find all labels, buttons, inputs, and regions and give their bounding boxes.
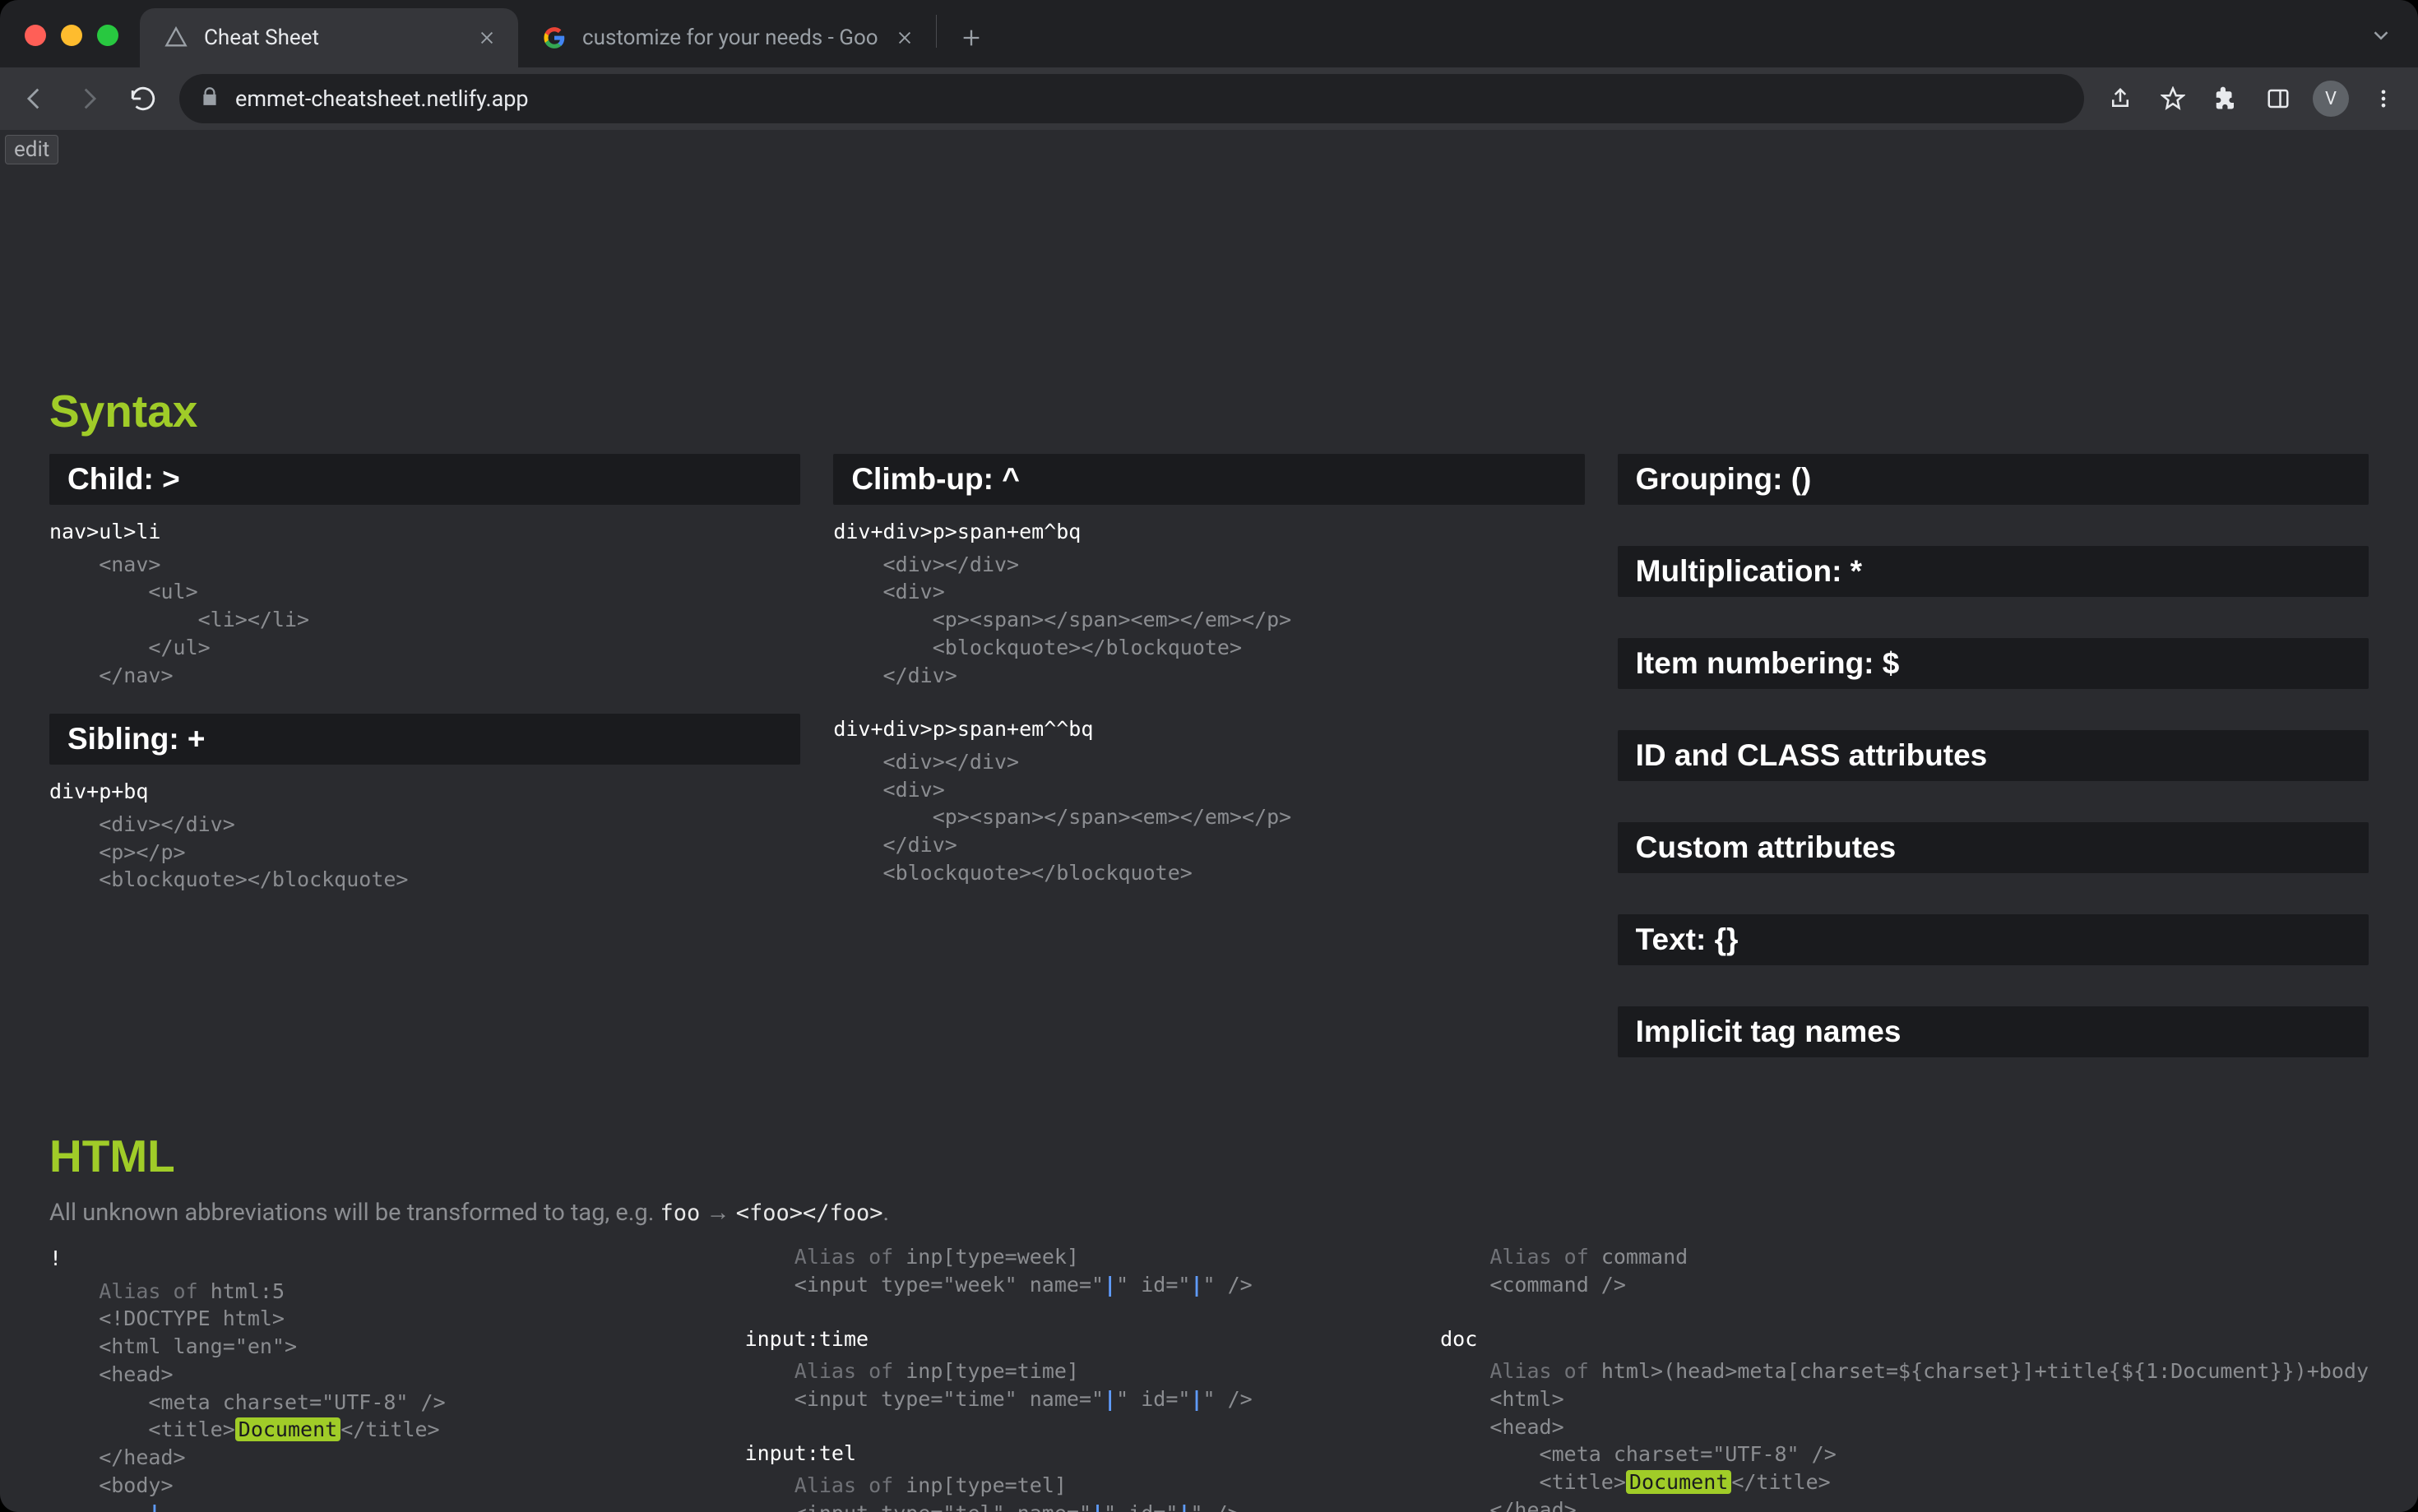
forward-button[interactable]	[71, 81, 107, 117]
code-child: <nav> <ul> <li></li> </ul> </nav>	[49, 551, 800, 690]
tab-close-button[interactable]	[475, 26, 498, 49]
panel-idclass[interactable]: ID and CLASS attributes	[1618, 730, 2369, 781]
extensions-button[interactable]	[2207, 81, 2244, 117]
code-input-time: Alias of inp[type=time] <input type="tim…	[745, 1357, 1408, 1413]
menu-button[interactable]	[2365, 81, 2402, 117]
abbr-doc: doc	[1440, 1324, 2369, 1355]
html-desc-prefix: All unknown abbreviations will be transf…	[49, 1199, 660, 1227]
favicon-icon	[163, 25, 189, 51]
html-col-1: ! Alias of html:5 <!DOCTYPE html> <html …	[49, 1243, 712, 1512]
toolbar: emmet-cheatsheet.netlify.app V	[0, 67, 2418, 130]
html-desc-period: .	[883, 1199, 890, 1227]
panel-customattr[interactable]: Custom attributes	[1618, 822, 2369, 873]
tabs-overflow-button[interactable]	[2369, 23, 2393, 51]
panel-implicit[interactable]: Implicit tag names	[1618, 1006, 2369, 1057]
share-button[interactable]	[2102, 81, 2138, 117]
panel-text[interactable]: Text: {}	[1618, 914, 2369, 965]
code-command: Alias of command <command />	[1440, 1243, 2369, 1299]
abbr-sibling: div+p+bq	[49, 776, 800, 807]
syntax-columns: Child: > nav>ul>li <nav> <ul> <li></li> …	[49, 454, 2369, 1080]
code-input-week: Alias of inp[type=week] <input type="wee…	[745, 1243, 1408, 1299]
tab-close-button[interactable]	[893, 26, 916, 49]
window-close-button[interactable]	[25, 25, 46, 46]
section-heading-syntax: Syntax	[49, 385, 2369, 437]
panel-multiplication[interactable]: Multiplication: *	[1618, 546, 2369, 597]
panel-itemnumbering[interactable]: Item numbering: $	[1618, 638, 2369, 689]
tab-inactive[interactable]: customize for your needs - Goo	[518, 8, 936, 67]
html-columns: ! Alias of html:5 <!DOCTYPE html> <html …	[49, 1243, 2369, 1512]
page-viewport: edit Syntax Child: > nav>ul>li <nav> <ul…	[0, 130, 2418, 1512]
code-bang: Alias of html:5 <!DOCTYPE html> <html la…	[49, 1278, 712, 1512]
google-favicon-icon	[541, 25, 567, 51]
abbr-climb2: div+div>p>span+em^^bq	[833, 714, 1584, 745]
edit-hint[interactable]: edit	[5, 135, 58, 164]
tab-title: customize for your needs - Goo	[582, 25, 878, 50]
html-desc-arrow: →	[700, 1199, 735, 1227]
url-text: emmet-cheatsheet.netlify.app	[235, 86, 2064, 112]
window-minimize-button[interactable]	[61, 25, 82, 46]
window-zoom-button[interactable]	[97, 25, 118, 46]
html-desc: All unknown abbreviations will be transf…	[49, 1199, 2369, 1227]
code-sibling: <div></div> <p></p> <blockquote></blockq…	[49, 811, 800, 894]
profile-avatar[interactable]: V	[2313, 81, 2349, 117]
html-desc-foo: foo	[660, 1200, 701, 1226]
panel-child[interactable]: Child: >	[49, 454, 800, 505]
abbr-input-time: input:time	[745, 1324, 1408, 1355]
tab-active[interactable]: Cheat Sheet	[140, 8, 518, 67]
sidepanel-button[interactable]	[2260, 81, 2296, 117]
tab-separator	[936, 15, 937, 48]
back-button[interactable]	[16, 81, 53, 117]
panel-grouping[interactable]: Grouping: ()	[1618, 454, 2369, 505]
avatar-letter: V	[2325, 89, 2337, 109]
bookmark-button[interactable]	[2155, 81, 2191, 117]
panel-climbup[interactable]: Climb-up: ^	[833, 454, 1584, 505]
syntax-col-2: Climb-up: ^ div+div>p>span+em^bq <div></…	[833, 454, 1584, 1080]
html-desc-foo-tag: <foo></foo>	[736, 1200, 883, 1226]
abbr-climb1: div+div>p>span+em^bq	[833, 516, 1584, 548]
abbr-input-tel: input:tel	[745, 1438, 1408, 1469]
syntax-col-1: Child: > nav>ul>li <nav> <ul> <li></li> …	[49, 454, 800, 1080]
abbr-bang: !	[49, 1243, 712, 1274]
new-tab-button[interactable]	[947, 13, 996, 62]
reload-button[interactable]	[125, 81, 161, 117]
html-col-2: Alias of inp[type=week] <input type="wee…	[745, 1243, 1408, 1512]
toolbar-right: V	[2102, 81, 2402, 117]
code-input-tel: Alias of inp[type=tel] <input type="tel"…	[745, 1472, 1408, 1512]
tab-title: Cheat Sheet	[204, 25, 461, 50]
code-doc: Alias of html>(head>meta[charset=${chars…	[1440, 1357, 2369, 1512]
html-col-3: Alias of command <command /> doc Alias o…	[1440, 1243, 2369, 1512]
code-climb2: <div></div> <div> <p><span></span><em></…	[833, 748, 1584, 887]
abbr-child: nav>ul>li	[49, 516, 800, 548]
code-climb1: <div></div> <div> <p><span></span><em></…	[833, 551, 1584, 690]
tab-strip: Cheat Sheet customize for your needs - G…	[0, 0, 2418, 67]
syntax-col-3: Grouping: () Multiplication: * Item numb…	[1618, 454, 2369, 1080]
section-heading-html: HTML	[49, 1130, 2369, 1182]
browser-window: Cheat Sheet customize for your needs - G…	[0, 0, 2418, 1512]
lock-icon	[199, 86, 220, 113]
window-controls	[25, 25, 118, 46]
address-bar[interactable]: emmet-cheatsheet.netlify.app	[179, 74, 2084, 123]
panel-sibling[interactable]: Sibling: +	[49, 714, 800, 765]
